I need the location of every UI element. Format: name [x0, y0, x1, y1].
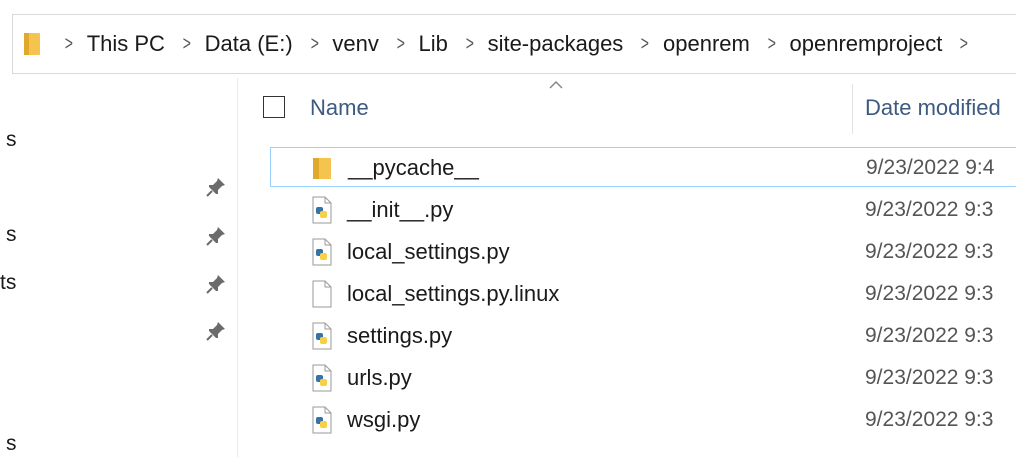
- pin-icon[interactable]: [204, 272, 228, 296]
- file-date-modified: 9/23/2022 9:3: [865, 198, 994, 221]
- sort-ascending-icon: [549, 80, 563, 89]
- breadcrumb-separator[interactable]: >: [960, 33, 968, 56]
- folder-icon: [313, 158, 331, 179]
- nav-item[interactable]: ts: [0, 269, 238, 299]
- python-file-icon: [312, 364, 332, 392]
- column-header-date-modified[interactable]: Date modified: [865, 95, 1001, 121]
- file-name: local_settings.py.linux: [347, 281, 560, 306]
- navigation-pane: s s ts s: [0, 78, 238, 457]
- file-name: local_settings.py: [347, 239, 510, 264]
- file-date-modified: 9/23/2022 9:3: [865, 240, 994, 263]
- column-header-name[interactable]: Name: [310, 95, 369, 121]
- pin-icon[interactable]: [204, 224, 228, 248]
- nav-item-label: ts: [0, 271, 17, 294]
- breadcrumb-separator[interactable]: >: [768, 33, 776, 56]
- file-row-local-settings-linux[interactable]: local_settings.py.linux 9/23/2022 9:3: [270, 274, 1016, 314]
- file-row-init[interactable]: __init__.py 9/23/2022 9:3: [270, 190, 1016, 230]
- python-file-icon: [312, 322, 332, 350]
- file-date-modified: 9/23/2022 9:3: [865, 408, 994, 431]
- folder-icon: [24, 33, 40, 55]
- nav-item-label: s: [6, 432, 17, 455]
- nav-item[interactable]: s: [0, 126, 238, 156]
- python-file-icon: [312, 196, 332, 224]
- file-row-local-settings[interactable]: local_settings.py 9/23/2022 9:3: [270, 232, 1016, 272]
- file-row-urls[interactable]: urls.py 9/23/2022 9:3: [270, 358, 1016, 398]
- nav-item[interactable]: [0, 172, 238, 202]
- blank-file-icon: [312, 280, 332, 308]
- pin-icon[interactable]: [204, 175, 228, 199]
- nav-item[interactable]: s: [0, 430, 238, 457]
- file-row-settings[interactable]: settings.py 9/23/2022 9:3: [270, 316, 1016, 356]
- file-name: __init__.py: [347, 197, 454, 222]
- python-file-icon: [312, 406, 332, 434]
- nav-item-label: s: [6, 128, 17, 151]
- breadcrumb-lib[interactable]: Lib: [419, 31, 448, 57]
- breadcrumb-openremproject[interactable]: openremproject: [790, 31, 943, 57]
- select-all-checkbox[interactable]: [263, 96, 285, 118]
- breadcrumb-separator[interactable]: >: [641, 33, 649, 56]
- python-file-icon: [312, 238, 332, 266]
- breadcrumb-separator[interactable]: >: [65, 33, 73, 56]
- pin-icon[interactable]: [204, 319, 228, 343]
- file-row-wsgi[interactable]: wsgi.py 9/23/2022 9:3: [270, 400, 1016, 440]
- file-name: settings.py: [347, 323, 453, 348]
- breadcrumb-separator[interactable]: >: [310, 33, 318, 56]
- file-date-modified: 9/23/2022 9:3: [865, 282, 994, 305]
- file-explorer-window: > This PC > Data (E:) > venv > Lib > sit…: [0, 0, 1016, 457]
- breadcrumb-data-drive[interactable]: Data (E:): [205, 31, 293, 57]
- breadcrumb-separator[interactable]: >: [397, 33, 405, 56]
- breadcrumb-separator[interactable]: >: [183, 33, 191, 56]
- address-bar[interactable]: > This PC > Data (E:) > venv > Lib > sit…: [12, 14, 1016, 74]
- nav-item-label: s: [6, 223, 17, 246]
- column-divider[interactable]: [852, 84, 853, 134]
- nav-item[interactable]: [0, 316, 238, 346]
- file-date-modified: 9/23/2022 9:4: [866, 156, 995, 179]
- file-date-modified: 9/23/2022 9:3: [865, 366, 994, 389]
- breadcrumb-venv[interactable]: venv: [332, 31, 378, 57]
- file-name: wsgi.py: [347, 407, 421, 432]
- file-name: __pycache__: [348, 155, 479, 180]
- file-row-pycache[interactable]: __pycache__ 9/23/2022 9:4: [270, 147, 1016, 187]
- breadcrumb-openrem[interactable]: openrem: [663, 31, 750, 57]
- breadcrumb-separator[interactable]: >: [466, 33, 474, 56]
- file-name: urls.py: [347, 365, 412, 390]
- nav-item[interactable]: s: [0, 221, 238, 251]
- breadcrumb-site-packages[interactable]: site-packages: [488, 31, 624, 57]
- breadcrumb-this-pc[interactable]: This PC: [87, 31, 165, 57]
- file-date-modified: 9/23/2022 9:3: [865, 324, 994, 347]
